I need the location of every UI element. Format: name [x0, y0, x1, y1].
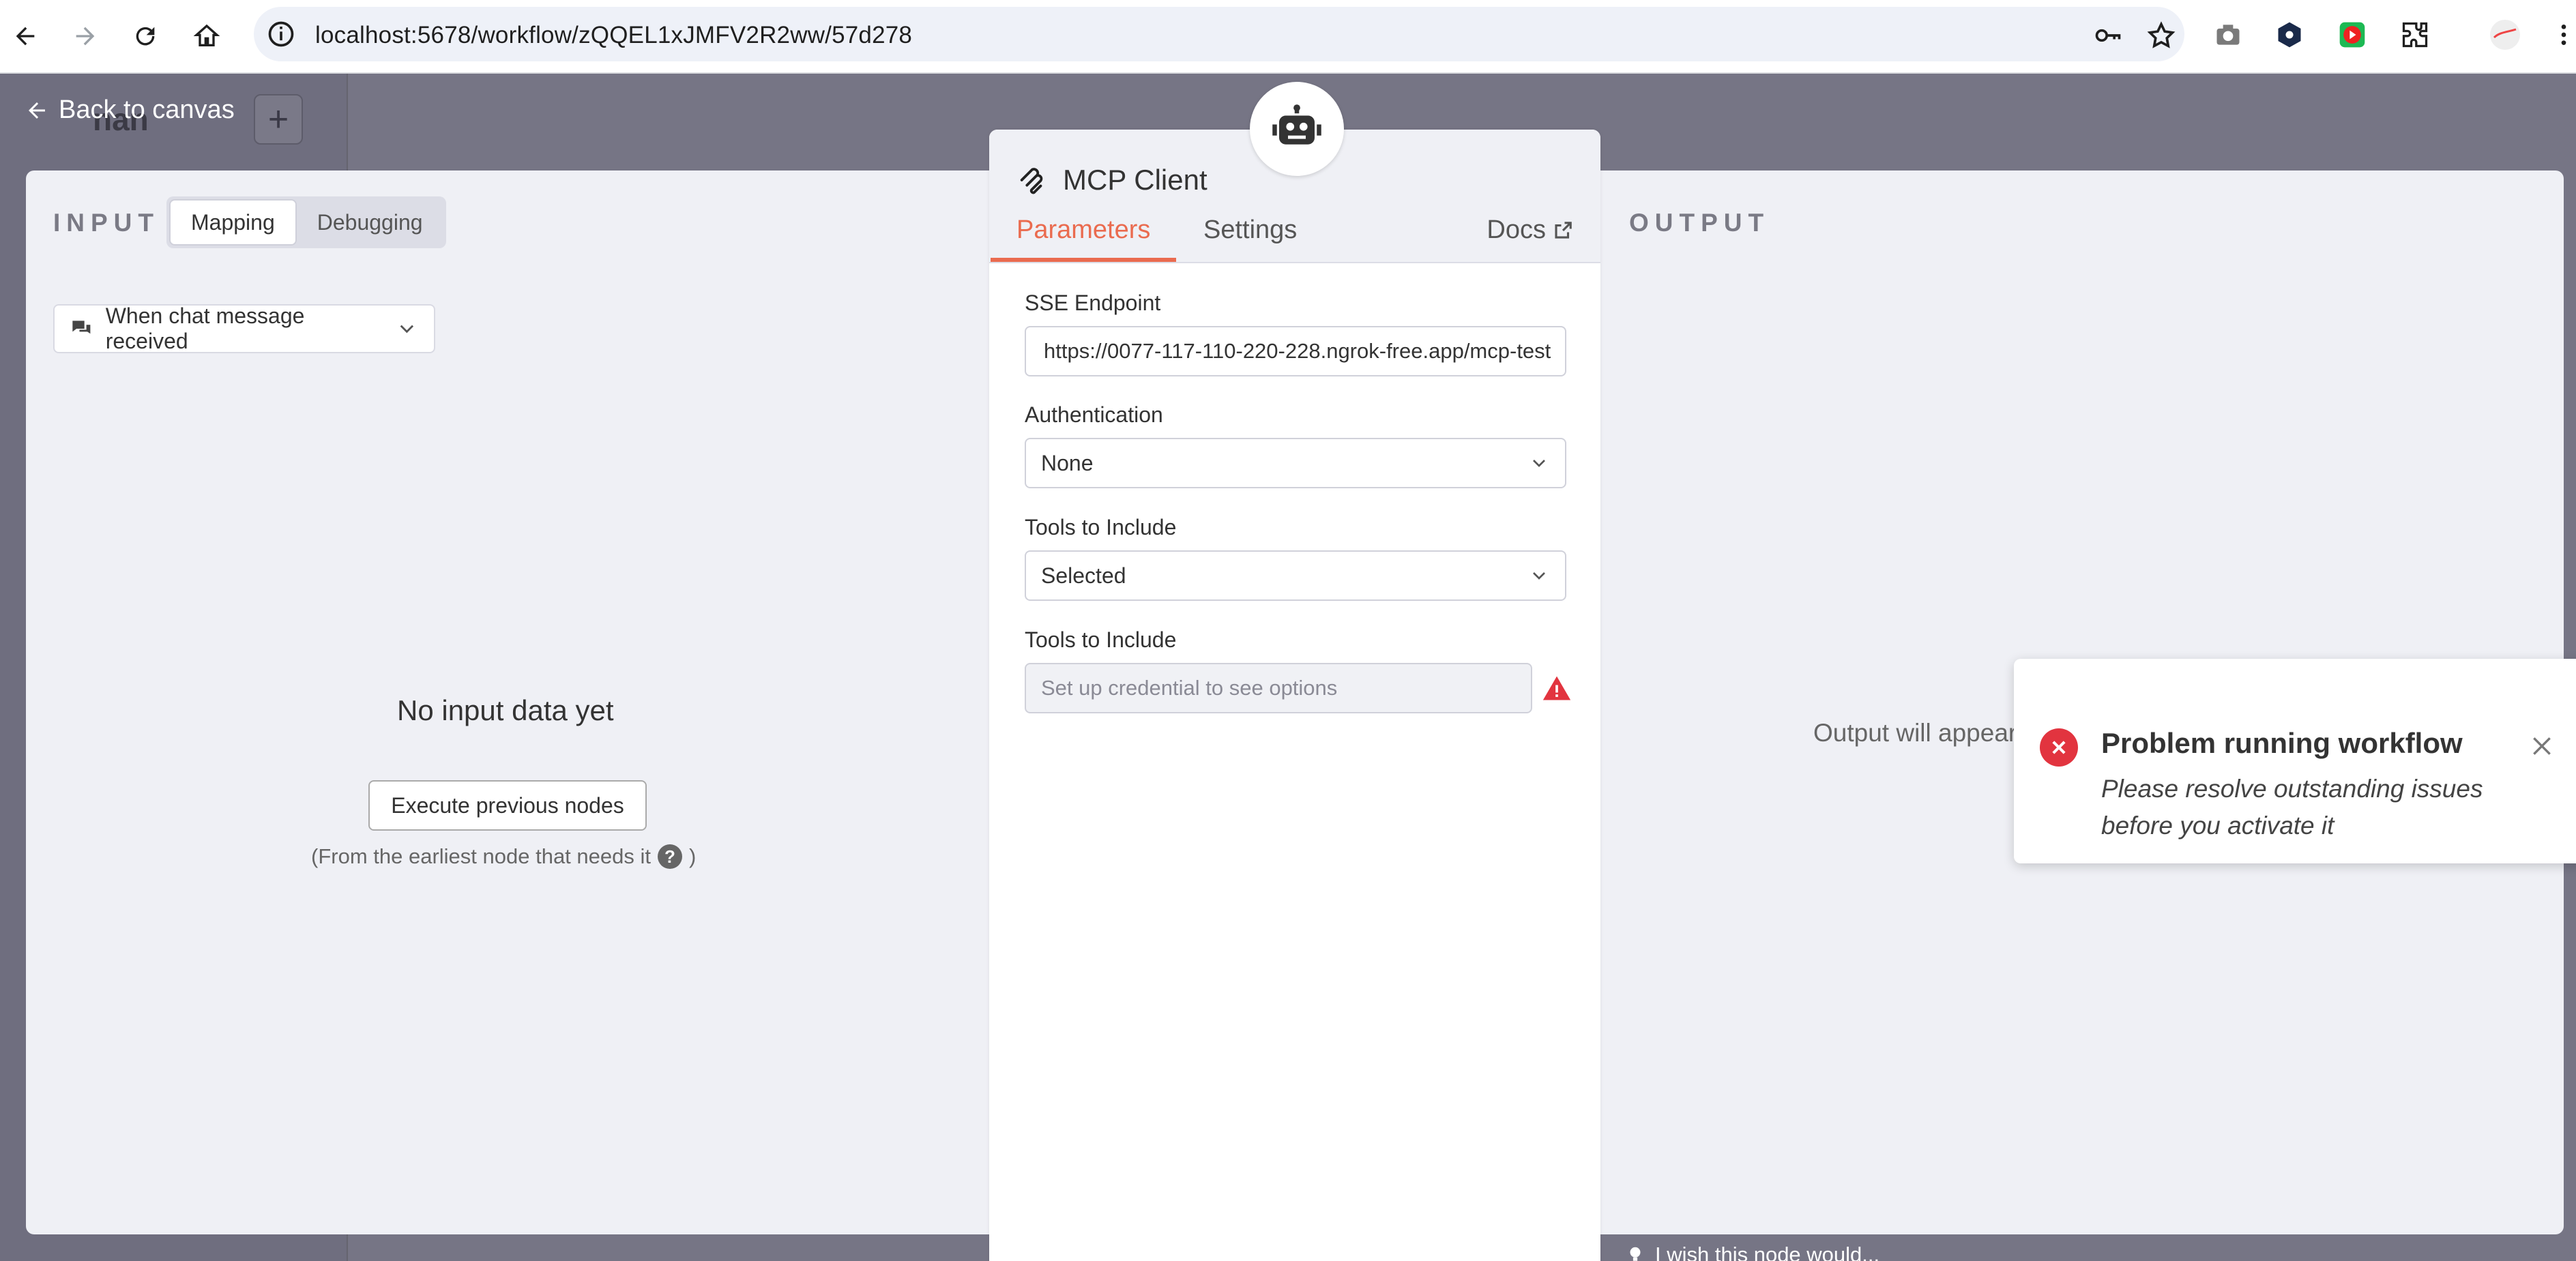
execute-hint-text: (From the earliest node that needs it [311, 844, 651, 868]
tab-settings[interactable]: Settings [1203, 216, 1297, 245]
sse-endpoint-input[interactable]: https://0077-117-110-220-228.ngrok-free.… [1025, 326, 1566, 376]
chat-icon [72, 321, 91, 334]
site-info-icon[interactable] [266, 19, 296, 49]
tools-to-include-label: Tools to Include [1025, 515, 1177, 539]
arrow-left-icon [29, 102, 45, 119]
chevron-down-icon [1533, 572, 1545, 580]
bookmark-star-icon[interactable] [2145, 19, 2178, 52]
forward-arrow-icon[interactable] [65, 16, 105, 56]
execute-hint: (From the earliest node that needs it ? … [311, 844, 696, 869]
sse-endpoint-label: SSE Endpoint [1025, 291, 1161, 315]
chevron-down-icon [400, 325, 414, 333]
authentication-label: Authentication [1025, 402, 1163, 427]
node-type-badge [1250, 82, 1344, 176]
back-to-canvas-label: Back to canvas [59, 95, 235, 124]
back-arrow-icon[interactable] [5, 16, 45, 56]
execute-previous-nodes-button[interactable]: Execute previous nodes [368, 780, 647, 831]
output-panel-label: OUTPUT [1629, 209, 1770, 237]
input-node-select[interactable]: When chat message received [53, 303, 435, 353]
toast-title: Problem running workflow [2101, 727, 2463, 759]
reload-icon[interactable] [126, 16, 165, 56]
warning-icon[interactable] [1542, 674, 1572, 704]
error-icon [2040, 728, 2078, 767]
mapping-tab[interactable]: Mapping [169, 199, 297, 246]
input-mode-toggle: Mapping Debugging [166, 196, 446, 248]
authentication-select[interactable]: None [1025, 438, 1566, 488]
extensions-puzzle-icon[interactable] [2397, 17, 2433, 53]
feedback-hint-text: I wish this node would... [1655, 1243, 1880, 1261]
authentication-value: None [1041, 450, 1094, 475]
execute-hint-close: ) [688, 844, 697, 868]
tools-selection-label: Tools to Include [1025, 627, 1177, 652]
no-input-title: No input data yet [397, 694, 614, 726]
external-link-icon [1555, 221, 1572, 239]
tools-selection-input[interactable]: Set up credential to see options [1025, 663, 1532, 713]
output-placeholder: Output will appear [1813, 719, 2017, 747]
feedback-hint[interactable]: I wish this node would... [1625, 1243, 1879, 1261]
mcp-icon [1020, 168, 1043, 194]
debugging-tab[interactable]: Debugging [297, 199, 443, 246]
video-extension-icon[interactable] [2334, 17, 2370, 53]
error-toast: Problem running workflow Please resolve … [2014, 659, 2576, 863]
hex-extension-icon[interactable] [2272, 17, 2307, 53]
profile-avatar-icon[interactable] [2487, 17, 2523, 53]
tools-to-include-value: Selected [1041, 563, 1126, 588]
camera-extension-icon[interactable] [2210, 17, 2246, 53]
input-panel-label: INPUT [53, 209, 160, 237]
browser-menu-icon[interactable] [2546, 17, 2576, 53]
url-text: localhost:5678/workflow/zQQEL1xJMFV2R2ww… [315, 22, 913, 48]
node-parameters-panel: MCP Client Parameters Settings Docs SSE … [989, 130, 1600, 1261]
input-node-select-value: When chat message received [105, 303, 305, 353]
docs-link[interactable]: Docs [1487, 216, 1573, 245]
tools-to-include-select[interactable]: Selected [1025, 550, 1566, 601]
lightbulb-icon [1630, 1247, 1641, 1261]
question-mark-icon[interactable]: ? [657, 844, 682, 869]
address-bar[interactable]: localhost:5678/workflow/zQQEL1xJMFV2R2ww… [254, 7, 2184, 61]
node-title-text[interactable]: MCP Client [1063, 164, 1208, 196]
active-tab-indicator [991, 258, 1176, 262]
docs-label: Docs [1487, 216, 1546, 244]
back-to-canvas-link[interactable]: Back to canvas [25, 95, 235, 125]
toast-message: Please resolve outstanding issues before… [2101, 775, 2483, 840]
node-title: MCP Client [1016, 164, 1208, 196]
add-node-button[interactable]: + [254, 94, 303, 145]
tab-parameters[interactable]: Parameters [1016, 216, 1150, 245]
close-icon[interactable] [2528, 732, 2556, 760]
robot-icon [1272, 104, 1321, 145]
password-key-icon[interactable] [2092, 19, 2124, 52]
chevron-down-icon [1533, 460, 1545, 467]
browser-toolbar: localhost:5678/workflow/zQQEL1xJMFV2R2ww… [0, 0, 2576, 74]
home-icon[interactable] [187, 16, 226, 56]
